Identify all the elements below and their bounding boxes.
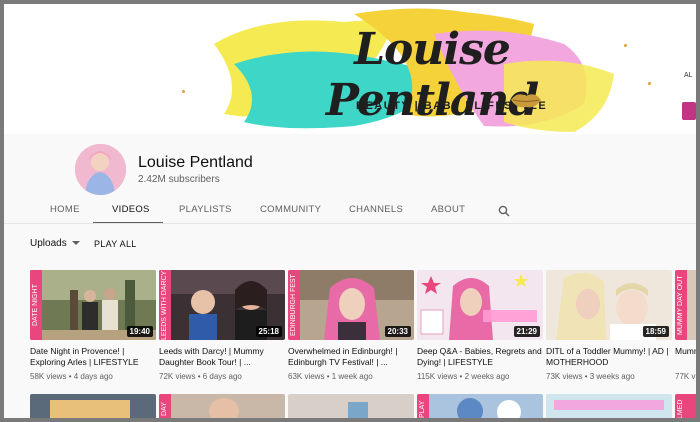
video-title[interactable]: Mummy Cute F... xyxy=(675,346,696,368)
tab-channels[interactable]: CHANNELS xyxy=(349,204,403,215)
video-title[interactable]: Date Night in Provence! | Exploring Arle… xyxy=(30,346,156,368)
video-duration: 20:33 xyxy=(384,326,411,337)
video-thumbnail[interactable]: 21:29 xyxy=(417,270,543,340)
tab-about[interactable]: ABOUT xyxy=(431,204,465,215)
channel-avatar[interactable] xyxy=(75,144,126,195)
tab-playlists[interactable]: PLAYLISTS xyxy=(179,204,232,215)
thumbnail-strip-text: EDINBURGH FEST xyxy=(290,274,297,336)
video-card[interactable]: DATE NIGHT 19:40 Date Night in Provence!… xyxy=(30,270,156,381)
caret-down-icon xyxy=(71,241,80,246)
video-thumbnail-row2[interactable] xyxy=(288,394,414,418)
video-thumbnail-row2[interactable] xyxy=(30,394,156,418)
video-title[interactable]: Deep Q&A - Babies, Regrets and Dying! | … xyxy=(417,346,543,368)
video-title[interactable]: DITL of a Toddler Mummy! | AD | MOTHERHO… xyxy=(546,346,672,368)
video-meta: 58K views • 4 days ago xyxy=(30,372,113,381)
video-thumbnail[interactable]: 18:59 xyxy=(546,270,672,340)
video-card[interactable]: 18:59 DITL of a Toddler Mummy! | AD | MO… xyxy=(546,270,672,381)
video-meta: 73K views • 3 weeks ago xyxy=(546,372,635,381)
video-meta: 63K views • 1 week ago xyxy=(288,372,373,381)
thumbnail-strip-text: LEEDS WITH DARCY xyxy=(161,270,168,340)
channel-banner: Louise Pentland BEAUTY | BABY | LIFESTYL… xyxy=(4,4,696,134)
video-meta: 115K views • 2 weeks ago xyxy=(417,372,510,381)
video-card[interactable]: LEEDS WITH DARCY 25:18 Leeds with Darcy!… xyxy=(159,270,285,381)
banner-sparkle xyxy=(648,82,651,85)
upload-age: 4 days ago xyxy=(73,372,113,381)
thumbnail-strip-text: LMED xyxy=(677,399,684,418)
video-duration: 21:29 xyxy=(513,326,540,337)
banner-side-links: AL xyxy=(680,4,696,134)
channel-name: Louise Pentland xyxy=(138,154,253,171)
video-title[interactable]: Overwhelmed in Edinburgh! | Edinburgh TV… xyxy=(288,346,414,368)
video-title[interactable]: Leeds with Darcy! | Mummy Daughter Book … xyxy=(159,346,285,368)
video-thumbnail-row2[interactable]: LMED xyxy=(675,394,696,418)
youtube-channel-window: Louise Pentland BEAUTY | BABY | LIFESTYL… xyxy=(4,4,696,418)
uploads-label: Uploads xyxy=(30,238,67,249)
tab-home[interactable]: HOME xyxy=(50,204,80,215)
video-thumbnail[interactable]: EDINBURGH FEST 20:33 xyxy=(288,270,414,340)
video-duration: 25:18 xyxy=(255,326,282,337)
channel-tabs: HOME VIDEOS PLAYLISTS COMMUNITY CHANNELS… xyxy=(4,200,696,224)
upload-age: 2 weeks ago xyxy=(464,372,510,381)
banner-side-text: AL xyxy=(684,72,693,79)
video-duration: 19:40 xyxy=(126,326,153,337)
view-count: 77K vi xyxy=(675,372,696,381)
videos-section: Uploads PLAY ALL DATE NIGHT 19:40 Date N… xyxy=(4,224,696,418)
uploads-dropdown[interactable]: Uploads xyxy=(30,238,80,249)
upload-age: 3 weeks ago xyxy=(589,372,635,381)
video-thumbnail[interactable]: DATE NIGHT 19:40 xyxy=(30,270,156,340)
video-thumbnail-row2[interactable] xyxy=(546,394,672,418)
banner-sparkle xyxy=(182,90,185,93)
tab-videos[interactable]: VIDEOS xyxy=(112,204,150,215)
thumbnail-strip-text: DATE NIGHT xyxy=(32,284,39,326)
view-count: 115K views xyxy=(417,372,458,381)
channel-header: Louise Pentland 2.42M subscribers HOME V… xyxy=(4,134,696,224)
video-duration: 18:59 xyxy=(642,326,669,337)
upload-age: 6 days ago xyxy=(202,372,242,381)
thumbnail-strip-text: DAY xyxy=(161,402,168,416)
play-all-button[interactable]: PLAY ALL xyxy=(94,239,137,249)
video-thumbnail-row2[interactable]: DAY xyxy=(159,394,285,418)
thumbnail-strip-text: PLAY xyxy=(419,400,426,418)
video-card[interactable]: 21:29 Deep Q&A - Babies, Regrets and Dyi… xyxy=(417,270,543,381)
gold-lips-icon xyxy=(511,94,541,108)
video-meta: 72K views • 6 days ago xyxy=(159,372,242,381)
view-count: 58K views xyxy=(30,372,67,381)
video-thumbnail[interactable]: MUMMY DAY OUT xyxy=(675,270,696,340)
view-count: 63K views xyxy=(288,372,325,381)
video-card[interactable]: EDINBURGH FEST 20:33 Overwhelmed in Edin… xyxy=(288,270,414,381)
avatar-image xyxy=(75,144,126,195)
banner-sparkle xyxy=(624,44,627,47)
video-thumbnail[interactable]: LEEDS WITH DARCY 25:18 xyxy=(159,270,285,340)
video-meta: 77K vi xyxy=(675,372,696,381)
thumbnail-strip-text: MUMMY DAY OUT xyxy=(677,275,684,335)
tab-community[interactable]: COMMUNITY xyxy=(260,204,321,215)
video-card[interactable]: MUMMY DAY OUT Mummy Cute F... 77K vi xyxy=(675,270,696,381)
view-count: 72K views xyxy=(159,372,196,381)
search-icon[interactable] xyxy=(498,205,510,217)
upload-age: 1 week ago xyxy=(331,372,373,381)
instagram-icon[interactable] xyxy=(682,102,696,120)
subscriber-count: 2.42M subscribers xyxy=(138,174,220,185)
video-thumbnail-row2[interactable]: PLAY xyxy=(417,394,543,418)
view-count: 73K views xyxy=(546,372,583,381)
